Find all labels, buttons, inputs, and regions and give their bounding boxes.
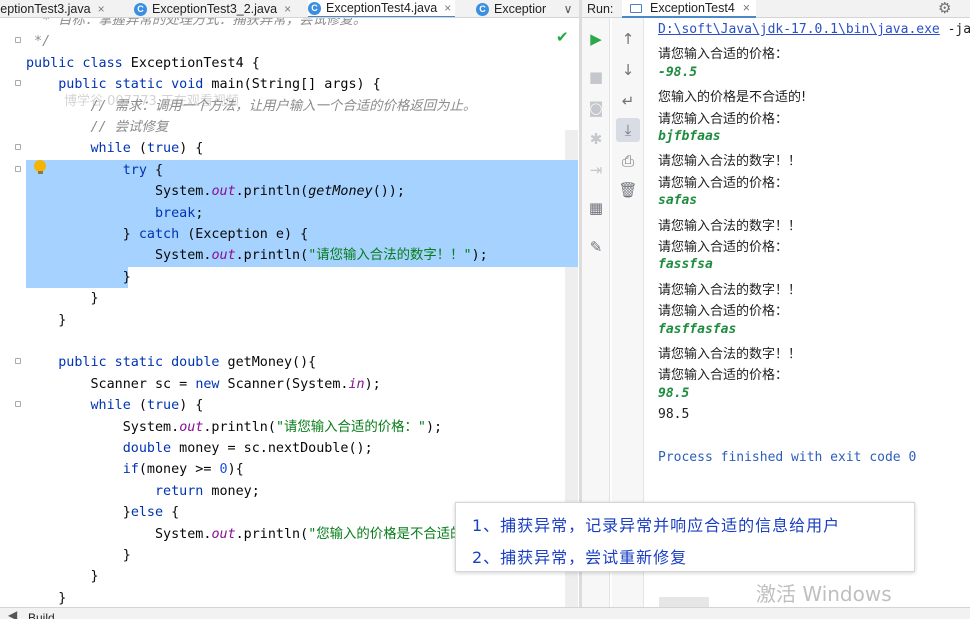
code-line: double money = sc.nextDouble();: [26, 441, 373, 456]
code-line: public static void main(String[] args) {: [26, 77, 381, 93]
console-window-icon: [630, 3, 642, 13]
trash-icon[interactable]: 🗑: [616, 178, 640, 202]
run-label: Run:: [587, 2, 614, 16]
annotation-line-2: 2、捕获异常，尝试重新修复: [472, 548, 688, 567]
console-user-input: -98.5: [658, 64, 698, 80]
console-user-input: bjfbfaas: [658, 129, 721, 144]
tab-exceptiontest3-2[interactable]: C ExceptionTest3_2.java ×: [134, 0, 291, 17]
gear-icon[interactable]: ⚙: [938, 0, 951, 17]
code-line: Scanner sc = new Scanner(System.in);: [26, 376, 381, 392]
run-tool-header: Run: ExceptionTest4 × ⚙: [582, 0, 970, 18]
tab-label: ceptionTest3.java: [0, 2, 91, 16]
console-user-input: fassfsa: [658, 257, 713, 273]
bug-icon[interactable]: ✱: [584, 127, 608, 151]
fold-marker-icon[interactable]: [15, 358, 21, 364]
tab-label: ExceptionTest4.java: [326, 1, 438, 15]
bottom-tool-bar: ◀ Build: [0, 607, 970, 619]
console-line: 您输入的价格是不合适的!: [658, 90, 807, 106]
inspection-ok-icon[interactable]: ✔: [556, 28, 569, 46]
print-icon[interactable]: ⎙: [616, 149, 640, 173]
code-line: while (true) {: [26, 141, 204, 157]
code-line: public class ExceptionTest4 {: [26, 55, 260, 71]
console-line: 请您输入合适的价格：: [658, 240, 789, 255]
console-line: 请您输入合适的价格：: [658, 47, 789, 63]
annotation-line-1: 1、捕获异常，记录异常并响应合适的信息给用户: [472, 516, 841, 535]
arrow-left-icon[interactable]: ◀: [8, 608, 17, 619]
process-finished-line: Process finished with exit code 0: [658, 450, 917, 465]
fold-marker-icon[interactable]: [15, 80, 21, 86]
close-icon[interactable]: ×: [98, 2, 105, 16]
console-line: 98.5: [658, 407, 690, 423]
tab-run-exceptiontest4[interactable]: ExceptionTest4 ×: [622, 0, 757, 18]
code-line: System.out.println("请您输入合适的价格：");: [26, 419, 443, 435]
code-line-selected: System.out.println("请您输入合法的数字！！");: [26, 245, 578, 267]
console-line: 请您输入合适的价格：: [658, 368, 789, 384]
console-line: 请您输入合法的数字！！: [658, 282, 802, 298]
camera-icon[interactable]: ◙: [584, 96, 608, 120]
java-class-icon: C: [308, 1, 321, 15]
code-line: }: [26, 291, 99, 307]
console-user-input: 98.5: [658, 385, 690, 401]
code-line-selected: }: [26, 266, 131, 289]
code-line: }: [26, 590, 67, 606]
layout-icon[interactable]: ▦: [584, 196, 608, 220]
lightbulb-icon[interactable]: [34, 160, 46, 174]
chevron-down-icon[interactable]: ∨: [557, 0, 579, 17]
java-class-icon: C: [134, 2, 147, 16]
code-line: }: [26, 312, 67, 328]
fold-marker-icon[interactable]: [15, 166, 21, 172]
fold-marker-icon[interactable]: [15, 37, 21, 43]
code-line-selected: System.out.println(getMoney());: [26, 181, 578, 203]
soft-wrap-icon[interactable]: ↵: [616, 89, 640, 113]
console-line: 请您输入合法的数字！！: [658, 347, 802, 362]
rerun-icon[interactable]: ▶: [584, 27, 608, 51]
run-tab-label: ExceptionTest4: [650, 1, 735, 15]
console-line: 请您输入合适的价格：: [658, 304, 789, 320]
close-icon[interactable]: ×: [743, 1, 750, 15]
console-user-input: fasffasfas: [658, 321, 737, 337]
code-line: public static double getMoney(){: [26, 355, 317, 371]
arrow-down-icon[interactable]: ↓: [616, 58, 640, 82]
code-line: */: [26, 34, 51, 50]
console-line: 请您输入合法的数字！！: [658, 218, 802, 234]
tab-exceptiontest4[interactable]: C ExceptionTest4.java ×: [308, 0, 456, 17]
tab-label: Exceptior: [494, 2, 547, 16]
pin-icon[interactable]: ✎: [584, 235, 608, 259]
fold-marker-icon[interactable]: [15, 144, 21, 150]
code-line: * 目标：掌握异常的处理方式：捕获异常，尝试修复。: [26, 18, 367, 28]
tab-label: ExceptionTest3_2.java: [152, 2, 278, 16]
code-line: return money;: [26, 483, 260, 499]
tab-exception-truncated[interactable]: C Exceptior: [476, 0, 547, 17]
code-line-selected: } catch (Exception e) {: [26, 224, 578, 246]
stop-icon[interactable]: ■: [584, 65, 608, 89]
arrow-up-icon[interactable]: ↑: [616, 27, 640, 51]
tab-exceptiontest3[interactable]: ceptionTest3.java ×: [0, 0, 105, 17]
exit-icon[interactable]: ⇥: [584, 158, 608, 182]
code-line: // 需求：调用一个方法，让用户输入一个合适的价格返回为止。: [26, 98, 477, 114]
console-scroll-thumb[interactable]: [659, 597, 709, 607]
editor-tab-bar: ceptionTest3.java × C ExceptionTest3_2.j…: [0, 0, 580, 18]
code-line: if(money >= 0){: [26, 462, 244, 478]
console-line: 请您输入合适的价格：: [658, 111, 789, 127]
java-path-link[interactable]: D:\soft\Java\jdk-17.0.1\bin\java.exe: [658, 22, 940, 37]
fold-marker-icon[interactable]: [15, 401, 21, 407]
code-line: while (true) {: [26, 398, 204, 414]
code-line: // 尝试修复: [26, 120, 169, 135]
console-line: 请您输入合适的价格：: [658, 175, 789, 191]
scroll-to-end-icon[interactable]: ⤓: [616, 118, 640, 142]
close-icon[interactable]: ×: [284, 2, 291, 16]
annotation-note: 1、捕获异常，记录异常并响应合适的信息给用户 2、捕获异常，尝试重新修复: [455, 502, 915, 572]
console-command-line: D:\soft\Java\jdk-17.0.1\bin\java.exe -ja: [658, 22, 970, 37]
code-line-selected: try {: [26, 159, 578, 182]
close-icon[interactable]: ×: [444, 1, 451, 15]
code-line-selected: break;: [26, 202, 578, 224]
java-class-icon: C: [476, 2, 489, 16]
build-tool-button[interactable]: Build: [28, 611, 55, 619]
console-line: 请您输入合法的数字！！: [658, 154, 802, 170]
console-user-input: safas: [658, 193, 698, 209]
